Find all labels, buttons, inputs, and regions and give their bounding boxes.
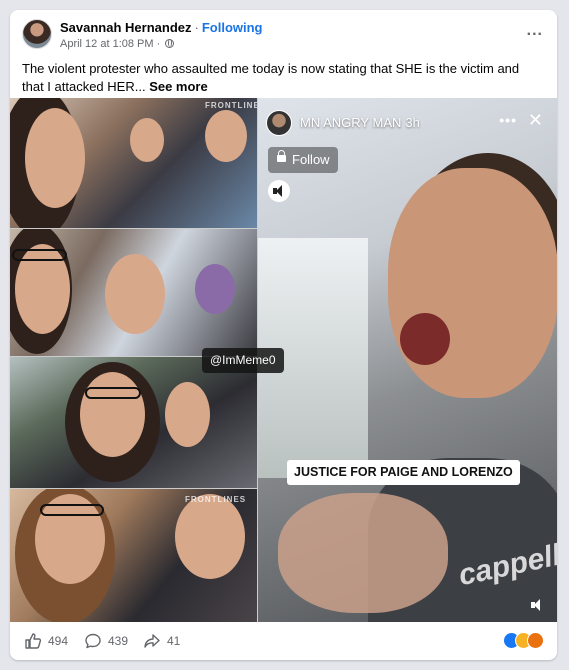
comment-count: 439 (108, 634, 129, 648)
meta-separator: · (156, 38, 161, 50)
following-button[interactable]: Following (202, 20, 263, 35)
share-button[interactable]: 41 (143, 632, 203, 650)
post-options-button[interactable]: ... (527, 23, 543, 39)
close-icon[interactable]: ✕ (528, 110, 543, 131)
author-avatar[interactable] (22, 19, 52, 49)
share-icon (144, 634, 160, 648)
handle-tag: @ImMeme0 (202, 348, 284, 373)
lock-icon (277, 150, 286, 162)
reel-follow-label: Follow (292, 152, 330, 167)
reel-caption: JUSTICE FOR PAIGE AND LORENZO (287, 460, 520, 485)
reel-follow-button[interactable]: Follow (268, 147, 338, 173)
speaker-icon[interactable] (268, 180, 290, 202)
see-more-link[interactable]: See more (149, 79, 208, 94)
post-body: The violent protester who assaulted me t… (22, 61, 520, 94)
reel-video[interactable]: cappelli MN ANGRY MAN 3h ••• ✕ Follow JUS… (258, 98, 557, 622)
reaction-summary[interactable] (503, 632, 545, 650)
collage-photo-2 (10, 229, 257, 356)
post-header: Savannah Hernandez · Following April 12 at… (10, 10, 557, 58)
mute-icon[interactable] (531, 598, 545, 612)
collage-photo-1: FRONTLINES (10, 98, 257, 228)
collage-photo-4: FRONTLINES (10, 489, 257, 622)
post-meta: April 12 at 1:08 PM · (60, 38, 175, 50)
reel-header: MN ANGRY MAN 3h ••• ✕ (266, 108, 551, 138)
like-count: 494 (48, 634, 69, 648)
comment-icon (85, 633, 101, 649)
post-media[interactable]: FRONTLINES FRONTLINES (10, 98, 557, 622)
post-timestamp[interactable]: April 12 at 1:08 PM (60, 38, 154, 50)
post-footer: 494 439 41 (10, 622, 557, 660)
watermark-bottom: FRONTLINES (185, 495, 247, 504)
speaker-face (388, 168, 557, 398)
angry-reaction-icon (527, 632, 544, 649)
post-text: The violent protester who assaulted me t… (22, 60, 542, 96)
globe-icon (165, 39, 175, 48)
post-card: Savannah Hernandez · Following April 12 at… (10, 10, 557, 660)
collage-photo-3 (10, 357, 257, 488)
share-count: 41 (167, 634, 181, 648)
reel-account[interactable]: MN ANGRY MAN 3h (300, 115, 420, 130)
comment-button[interactable]: 439 (84, 632, 144, 650)
thumbs-up-icon (25, 633, 42, 649)
reel-time: 3h (405, 115, 420, 130)
like-button[interactable]: 494 (24, 632, 84, 650)
reel-avatar[interactable] (266, 110, 292, 136)
watermark-top: FRONTLINES (205, 101, 257, 110)
author-name[interactable]: Savannah Hernandez (60, 20, 192, 35)
reel-account-name: MN ANGRY MAN (300, 115, 402, 130)
reel-more-icon[interactable]: ••• (499, 112, 517, 128)
author-line: Savannah Hernandez · Following (60, 20, 263, 35)
name-separator: · (194, 20, 199, 35)
